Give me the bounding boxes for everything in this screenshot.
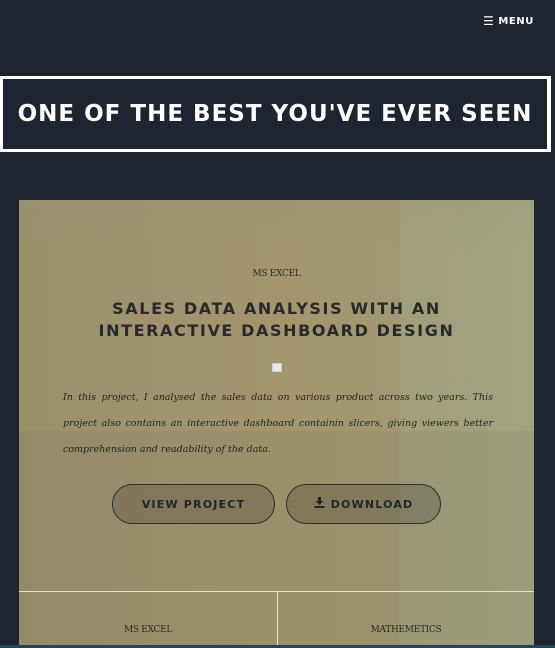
project-description: In this project, I analysed the sales da…: [63, 392, 493, 455]
view-project-label: VIEW PROJECT: [141, 497, 246, 511]
top-navigation: ☰ MENU: [0, 0, 555, 76]
project-image: [272, 363, 282, 372]
next-card-category-right[interactable]: MATHEMETICS: [278, 625, 534, 635]
project-card: MS EXCEL SALES DATA ANALYSIS WITH AN INT…: [19, 200, 534, 648]
hamburger-icon: ☰: [482, 14, 495, 28]
project-title: SALES DATA ANALYSIS WITH AN INTERACTIVE …: [98, 299, 455, 340]
download-button[interactable]: DOWNLOAD: [286, 484, 441, 524]
download-icon: [314, 497, 325, 511]
hero-banner: ONE OF THE BEST YOU'VE EVER SEEN: [0, 76, 551, 152]
menu-label: MENU: [498, 15, 534, 27]
view-project-button[interactable]: VIEW PROJECT: [112, 484, 275, 524]
next-card-category-left[interactable]: MS EXCEL: [19, 625, 277, 635]
card-overlay: [19, 200, 534, 248]
download-label: DOWNLOAD: [330, 497, 414, 511]
project-category: MS EXCEL: [252, 269, 301, 279]
card-divider-vertical: [277, 592, 278, 648]
menu-button[interactable]: ☰ MENU: [483, 15, 534, 27]
hero-title: ONE OF THE BEST YOU'VE EVER SEEN: [17, 100, 533, 127]
